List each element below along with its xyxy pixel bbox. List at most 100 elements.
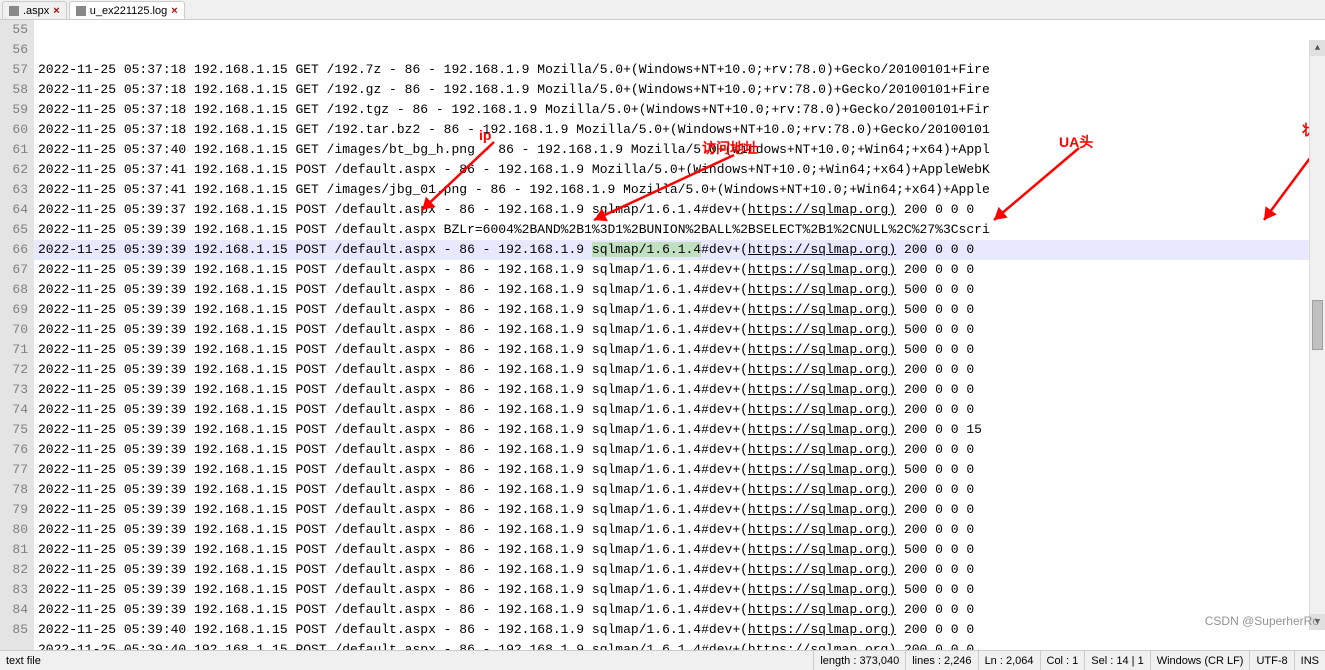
log-line[interactable]: 2022-11-25 05:39:37 192.168.1.15 POST /d… [34,200,1325,220]
line-number: 72 [0,360,28,380]
line-number: 55 [0,20,28,40]
line-number: 75 [0,420,28,440]
status-col: Col : 1 [1040,651,1085,670]
url-text: https://sqlmap.org) [748,482,896,497]
tab-log[interactable]: u_ex221125.log × [69,1,185,19]
log-line[interactable]: 2022-11-25 05:39:39 192.168.1.15 POST /d… [34,540,1325,560]
url-text: https://sqlmap.org) [748,322,896,337]
line-number: 59 [0,100,28,120]
url-text: https://sqlmap.org) [748,202,896,217]
line-number: 83 [0,580,28,600]
url-text: https://sqlmap.org) [748,642,896,650]
code-content[interactable]: 2022-11-25 05:37:18 192.168.1.15 GET /19… [34,20,1325,650]
log-line[interactable]: 2022-11-25 05:39:39 192.168.1.15 POST /d… [34,600,1325,620]
url-text: https://sqlmap.org) [748,522,896,537]
log-line[interactable]: 2022-11-25 05:39:39 192.168.1.15 POST /d… [34,400,1325,420]
log-line[interactable]: 2022-11-25 05:39:39 192.168.1.15 POST /d… [34,340,1325,360]
url-text: https://sqlmap.org) [748,442,896,457]
status-filetype: text file [0,655,813,667]
log-line[interactable]: 2022-11-25 05:39:39 192.168.1.15 POST /d… [34,420,1325,440]
close-icon[interactable]: × [171,5,177,17]
log-line[interactable]: 2022-11-25 05:39:39 192.168.1.15 POST /d… [34,560,1325,580]
url-text: https://sqlmap.org) [748,282,896,297]
line-number: 74 [0,400,28,420]
url-text: https://sqlmap.org) [748,242,896,257]
line-number: 80 [0,520,28,540]
log-line[interactable]: 2022-11-25 05:39:39 192.168.1.15 POST /d… [34,440,1325,460]
url-text: https://sqlmap.org) [748,562,896,577]
file-icon [9,6,19,16]
status-ln: Ln : 2,064 [978,651,1040,670]
line-number: 68 [0,280,28,300]
status-enc: UTF-8 [1249,651,1293,670]
line-number: 58 [0,80,28,100]
log-line[interactable]: 2022-11-25 05:39:39 192.168.1.15 POST /d… [34,280,1325,300]
log-line[interactable]: 2022-11-25 05:37:18 192.168.1.15 GET /19… [34,120,1325,140]
tab-aspx[interactable]: .aspx × [2,1,67,19]
line-number: 71 [0,340,28,360]
line-number: 77 [0,460,28,480]
editor-area[interactable]: 5556575859606162636465666768697071727374… [0,20,1325,650]
log-line[interactable]: 2022-11-25 05:37:18 192.168.1.15 GET /19… [34,100,1325,120]
line-number: 79 [0,500,28,520]
log-line[interactable]: 2022-11-25 05:39:40 192.168.1.15 POST /d… [34,640,1325,650]
log-line[interactable]: 2022-11-25 05:39:39 192.168.1.15 POST /d… [34,300,1325,320]
status-sel: Sel : 14 | 1 [1084,651,1149,670]
url-text: https://sqlmap.org) [748,302,896,317]
tab-label: .aspx [23,5,49,17]
log-line[interactable]: 2022-11-25 05:39:39 192.168.1.15 POST /d… [34,240,1325,260]
log-line[interactable]: 2022-11-25 05:39:39 192.168.1.15 POST /d… [34,480,1325,500]
log-line[interactable]: 2022-11-25 05:39:39 192.168.1.15 POST /d… [34,460,1325,480]
line-number: 60 [0,120,28,140]
line-number: 63 [0,180,28,200]
url-text: https://sqlmap.org) [748,342,896,357]
scroll-up-button[interactable]: ▲ [1310,40,1325,56]
log-line[interactable]: 2022-11-25 05:39:39 192.168.1.15 POST /d… [34,500,1325,520]
selection-highlight: sqlmap/1.6.1.4 [592,242,701,257]
log-line[interactable]: 2022-11-25 05:39:39 192.168.1.15 POST /d… [34,220,1325,240]
log-line[interactable]: 2022-11-25 05:37:18 192.168.1.15 GET /19… [34,60,1325,80]
line-number-gutter: 5556575859606162636465666768697071727374… [0,20,34,650]
log-line[interactable]: 2022-11-25 05:39:39 192.168.1.15 POST /d… [34,360,1325,380]
log-line[interactable]: 2022-11-25 05:37:18 192.168.1.15 GET /19… [34,80,1325,100]
line-number: 78 [0,480,28,500]
scroll-thumb[interactable] [1312,300,1323,350]
tab-bar: .aspx × u_ex221125.log × [0,0,1325,20]
url-text: https://sqlmap.org) [748,582,896,597]
log-line[interactable]: 2022-11-25 05:37:41 192.168.1.15 POST /d… [34,160,1325,180]
url-text: https://sqlmap.org) [748,362,896,377]
log-line[interactable]: 2022-11-25 05:39:39 192.168.1.15 POST /d… [34,520,1325,540]
line-number: 66 [0,240,28,260]
line-number: 70 [0,320,28,340]
line-number: 61 [0,140,28,160]
url-text: https://sqlmap.org) [748,622,896,637]
url-text: https://sqlmap.org) [748,462,896,477]
vertical-scrollbar[interactable]: ▲ ▼ [1309,40,1325,630]
url-text: https://sqlmap.org) [748,402,896,417]
line-number: 76 [0,440,28,460]
url-text: https://sqlmap.org) [748,262,896,277]
log-line[interactable]: 2022-11-25 05:39:39 192.168.1.15 POST /d… [34,580,1325,600]
status-length: length : 373,040 [813,651,905,670]
status-lines: lines : 2,246 [905,651,977,670]
scroll-down-button[interactable]: ▼ [1310,614,1325,630]
log-line[interactable]: 2022-11-25 05:39:39 192.168.1.15 POST /d… [34,380,1325,400]
line-number: 57 [0,60,28,80]
log-line[interactable]: 2022-11-25 05:37:41 192.168.1.15 GET /im… [34,180,1325,200]
line-number: 81 [0,540,28,560]
url-text: https://sqlmap.org) [748,602,896,617]
line-number: 62 [0,160,28,180]
line-number: 84 [0,600,28,620]
line-number: 82 [0,560,28,580]
status-ovr: INS [1294,651,1325,670]
line-number: 65 [0,220,28,240]
line-number: 67 [0,260,28,280]
log-line[interactable]: 2022-11-25 05:39:39 192.168.1.15 POST /d… [34,260,1325,280]
file-icon [76,6,86,16]
log-line[interactable]: 2022-11-25 05:39:39 192.168.1.15 POST /d… [34,320,1325,340]
close-icon[interactable]: × [53,5,59,17]
url-text: https://sqlmap.org) [748,542,896,557]
log-line[interactable]: 2022-11-25 05:39:40 192.168.1.15 POST /d… [34,620,1325,640]
line-number: 85 [0,620,28,640]
log-line[interactable]: 2022-11-25 05:37:40 192.168.1.15 GET /im… [34,140,1325,160]
